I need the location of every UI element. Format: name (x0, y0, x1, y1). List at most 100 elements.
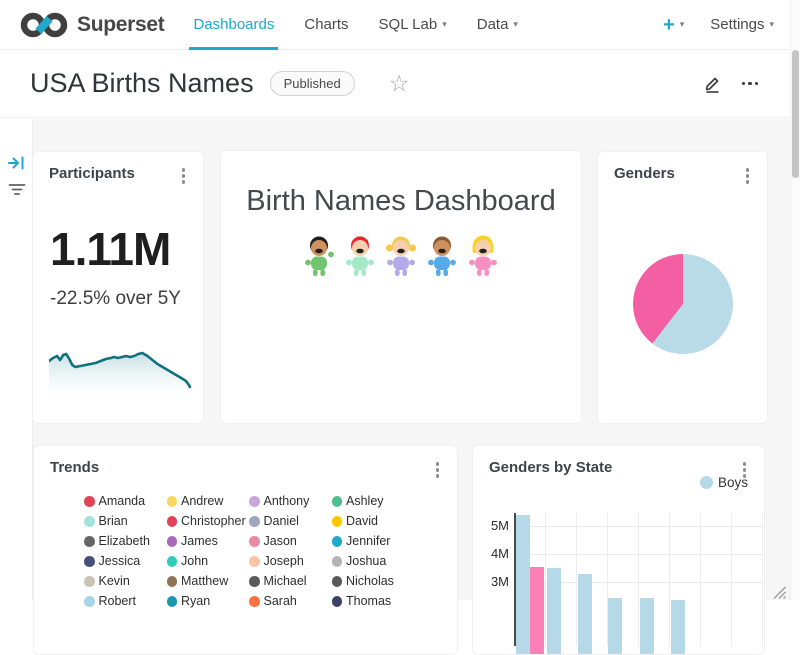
filter-icon[interactable] (8, 183, 26, 197)
legend-label: Robert (99, 594, 137, 608)
gridline (700, 513, 701, 646)
expand-filter-bar-icon[interactable] (8, 156, 25, 170)
legend-item[interactable]: John (167, 555, 250, 569)
legend-item[interactable]: Robert (84, 595, 167, 609)
new-item-button[interactable]: + ▾ (663, 15, 684, 35)
kebab-menu-icon[interactable] (180, 165, 188, 187)
resize-handle-icon[interactable] (773, 586, 786, 599)
legend-label: Nicholas (346, 574, 394, 588)
y-axis-tick: 5M (473, 518, 509, 533)
trendline-sparkline-chart[interactable] (49, 347, 191, 402)
kebab-menu-icon[interactable] (744, 165, 752, 187)
gridline (638, 513, 639, 646)
plus-icon: + (663, 15, 675, 35)
legend-dot (249, 516, 260, 527)
markdown-card: Birth Names Dashboard (220, 150, 582, 424)
dashboard-title: USA Births Names (30, 68, 254, 99)
bar-boys[interactable] (640, 598, 654, 655)
superset-dashboard-page: { "app": { "brand": "Superset" }, "nav":… (0, 0, 800, 600)
legend-label: Matthew (181, 574, 228, 588)
scrollbar-thumb[interactable] (792, 50, 799, 178)
legend-item[interactable]: Anthony (249, 495, 332, 509)
kids-illustration (221, 234, 581, 278)
gridline (515, 526, 763, 527)
legend-dot (167, 496, 178, 507)
legend-item[interactable]: Christopher (167, 515, 250, 529)
legend-item[interactable]: Jason (249, 535, 332, 549)
genders-card: Genders (597, 151, 768, 424)
legend-item[interactable]: Kevin (84, 575, 167, 589)
legend-label: James (181, 534, 218, 548)
scrollbar-track[interactable] (790, 0, 800, 600)
kid-icon (342, 234, 378, 278)
favorite-star-icon[interactable]: ☆ (389, 72, 410, 95)
bar-boys[interactable] (547, 568, 561, 655)
settings-menu[interactable]: Settings ▾ (710, 16, 774, 33)
genders-by-state-card: Genders by State Boys 5M4M3M (472, 445, 765, 655)
legend-item[interactable]: Michael (249, 575, 332, 589)
legend-dot (332, 496, 343, 507)
legend-item[interactable]: James (167, 535, 250, 549)
legend-item[interactable]: Joshua (332, 555, 415, 569)
genders-by-state-bar-chart[interactable]: 5M4M3M (473, 446, 764, 654)
legend-item[interactable]: Joseph (249, 555, 332, 569)
legend-item[interactable]: Thomas (332, 595, 415, 609)
legend-label: Jason (264, 534, 297, 548)
legend-label: Elizabeth (99, 534, 150, 548)
genders-pie-chart[interactable] (633, 254, 733, 354)
dashboard-canvas: Participants 1.11M -22.5% over 5Y Birth … (0, 119, 800, 600)
legend-item[interactable]: Andrew (167, 495, 250, 509)
superset-brand[interactable]: Superset (18, 10, 164, 40)
bar-boys[interactable] (578, 574, 592, 655)
collapsed-filter-bar (0, 119, 33, 600)
bar-boys[interactable] (608, 598, 622, 655)
kebab-menu-icon[interactable] (434, 459, 442, 481)
legend-item[interactable]: Jennifer (332, 535, 415, 549)
nav-item-dashboards[interactable]: Dashboards (178, 0, 289, 50)
big-number-subheader: -22.5% over 5Y (50, 288, 181, 310)
legend-item[interactable]: Daniel (249, 515, 332, 529)
kid-icon (465, 234, 501, 278)
nav-item-charts[interactable]: Charts (289, 0, 363, 50)
legend-dot (84, 536, 95, 547)
nav-item-sql-lab[interactable]: SQL Lab ▾ (364, 0, 462, 50)
legend-item[interactable]: Jessica (84, 555, 167, 569)
card-title: Participants (49, 165, 135, 182)
legend-dot (167, 576, 178, 587)
gridline (731, 513, 732, 646)
bar-girls[interactable] (530, 567, 544, 655)
legend-dot (84, 596, 95, 607)
trends-legend: AmandaAndrewAnthony Ashley BrianChristophe… (84, 495, 457, 609)
legend-dot (332, 536, 343, 547)
legend-item[interactable]: Matthew (167, 575, 250, 589)
legend-dot (332, 576, 343, 587)
more-options-icon[interactable] (742, 78, 759, 90)
legend-label: Ashley (346, 494, 384, 508)
legend-item[interactable]: Nicholas (332, 575, 415, 589)
bar-boys[interactable] (516, 515, 530, 655)
legend-label: Joseph (264, 554, 304, 568)
legend-item[interactable]: Brian (84, 515, 167, 529)
big-number-value: 1.11M (50, 222, 170, 276)
legend-label: Ryan (181, 594, 210, 608)
legend-item[interactable]: David (332, 515, 415, 529)
legend-dot (332, 516, 343, 527)
bar-boys[interactable] (671, 600, 685, 655)
gridline (576, 513, 577, 646)
legend-item[interactable]: Elizabeth (84, 535, 167, 549)
nav-items: Dashboards Charts SQL Lab ▾ Data ▾ (178, 0, 532, 50)
legend-dot (249, 556, 260, 567)
legend-item[interactable]: Ryan (167, 595, 250, 609)
caret-down-icon: ▾ (442, 19, 447, 30)
legend-label: Joshua (346, 554, 386, 568)
card-title: Genders (614, 165, 675, 182)
published-badge[interactable]: Published (270, 71, 355, 96)
edit-pencil-icon[interactable] (703, 74, 722, 93)
legend-item[interactable]: Sarah (249, 595, 332, 609)
legend-item[interactable]: Amanda (84, 495, 167, 509)
nav-item-data[interactable]: Data ▾ (462, 0, 533, 50)
legend-item[interactable]: Ashley (332, 495, 415, 509)
legend-label: John (181, 554, 208, 568)
y-axis-tick: 4M (473, 546, 509, 561)
legend-dot (167, 596, 178, 607)
